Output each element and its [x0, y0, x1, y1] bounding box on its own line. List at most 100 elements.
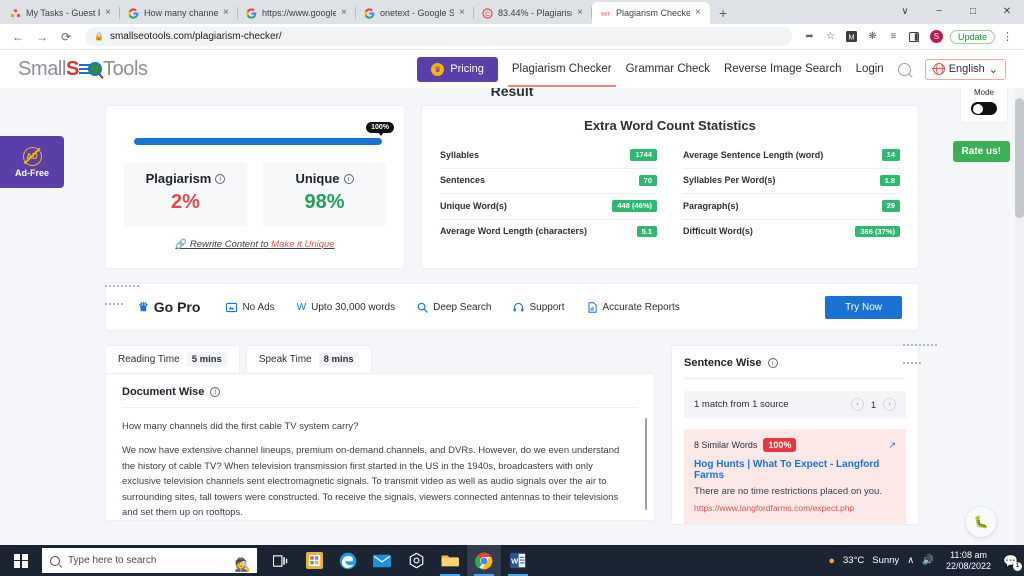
browser-tab-title: Plagiarism Checker - 100%	[616, 8, 690, 18]
external-link-icon[interactable]: ↗	[888, 440, 896, 451]
rate-us-button[interactable]: Rate us!	[953, 141, 1010, 162]
gopro-feature: Deep Search	[417, 302, 491, 313]
search-icon[interactable]	[898, 63, 911, 76]
task-view-icon[interactable]	[263, 545, 297, 576]
info-icon[interactable]: i	[210, 387, 220, 397]
stat-label: Difficult Word(s)	[683, 226, 753, 236]
edge-icon[interactable]	[331, 545, 365, 576]
tab-close-icon[interactable]: ×	[223, 8, 232, 18]
info-icon[interactable]: i	[768, 358, 778, 368]
tab-close-icon[interactable]: ×	[695, 8, 704, 18]
weather-condition[interactable]: Sunny	[872, 555, 899, 566]
reading-list-icon[interactable]: ≡	[885, 28, 902, 45]
page-scrollbar[interactable]	[1015, 50, 1024, 545]
volume-icon[interactable]: 🔊	[922, 555, 934, 566]
word-w-icon: W	[297, 302, 306, 313]
nav-grammar-check[interactable]: Grammar Check	[626, 63, 710, 75]
avatar[interactable]: S	[930, 30, 943, 43]
gopro-feature-label: Accurate Reports	[603, 302, 680, 313]
svg-text:W: W	[511, 556, 519, 565]
tab-close-icon[interactable]: ×	[577, 8, 586, 18]
current-page: 1	[871, 400, 876, 410]
system-tray: ● 33°C Sunny ∧ 🔊 11:08 am 22/08/2022 💬 1	[828, 550, 1024, 572]
weather-icon: ●	[828, 555, 835, 567]
forward-icon[interactable]: →	[32, 27, 52, 47]
light-mode-toggle[interactable]	[971, 102, 997, 115]
google-icon	[246, 8, 257, 19]
windows-taskbar: Type here to search 🕵 W ● 33°C Sunny ∧ 🔊…	[0, 545, 1024, 576]
site-nav: ♛ Pricing Plagiarism Checker Grammar Che…	[417, 57, 1006, 82]
info-icon[interactable]: i	[215, 174, 225, 184]
file-explorer-icon[interactable]	[433, 545, 467, 576]
stat-row: Average Sentence Length (word) 14	[683, 143, 900, 169]
start-button[interactable]	[0, 545, 42, 576]
smallseotools-logo[interactable]: SmallSTools	[18, 58, 148, 81]
chrome-icon[interactable]	[467, 545, 501, 576]
minimize-button[interactable]: −	[922, 0, 956, 24]
notifications-icon[interactable]: 💬 1	[1003, 554, 1018, 568]
try-now-button[interactable]: Try Now	[825, 296, 902, 319]
match-source-url[interactable]: https://www.langfordfarms.com/expect.php	[694, 503, 896, 513]
svg-text:C: C	[485, 10, 490, 17]
store-icon[interactable]	[297, 545, 331, 576]
logo-letter-s: S	[66, 58, 79, 81]
tab-close-icon[interactable]: ×	[459, 8, 468, 18]
browser-menu-icon[interactable]: ⋮	[999, 30, 1016, 43]
new-tab-button[interactable]: +	[710, 2, 736, 24]
nav-login[interactable]: Login	[856, 63, 884, 75]
browser-tab[interactable]: https://www.google.com/se ×	[238, 2, 356, 24]
extension-m-icon[interactable]: M	[843, 28, 860, 45]
browser-tab[interactable]: C 83.44% - Plagiarism software ×	[474, 2, 592, 24]
3d-viewer-icon[interactable]	[399, 545, 433, 576]
browser-tab-active[interactable]: SST Plagiarism Checker - 100% ×	[592, 2, 710, 24]
word-icon[interactable]: W	[501, 545, 535, 576]
browser-tab-title: 83.44% - Plagiarism software	[498, 8, 572, 18]
rewrite-content-link[interactable]: 🔗 Rewrite Content to Make it Unique	[124, 239, 386, 250]
close-window-button[interactable]: ✕	[990, 0, 1024, 24]
info-icon[interactable]: i	[344, 174, 354, 184]
sst-icon: SST	[600, 8, 611, 19]
unique-value: 98%	[267, 191, 382, 214]
document-scrollbar[interactable]	[645, 418, 647, 510]
tab-close-icon[interactable]: ×	[341, 8, 350, 18]
browser-tab[interactable]: How many channels did the ×	[120, 2, 238, 24]
side-panel-icon[interactable]	[906, 28, 923, 45]
weather-temp[interactable]: 33°C	[843, 555, 864, 566]
nav-reverse-image-search[interactable]: Reverse Image Search	[724, 63, 842, 75]
tray-chevron-icon[interactable]: ∧	[907, 555, 914, 566]
bug-icon[interactable]: 🐛	[966, 507, 996, 537]
back-icon[interactable]: ←	[8, 27, 28, 47]
page-scrollbar-thumb[interactable]	[1015, 98, 1024, 218]
match-percent-badge: 100%	[763, 438, 796, 452]
share-icon[interactable]: ➦	[801, 28, 818, 45]
nav-plagiarism-checker[interactable]: Plagiarism Checker	[512, 63, 612, 75]
make-it-unique-link[interactable]: Make it Unique	[271, 239, 334, 250]
bookmark-star-icon[interactable]: ☆	[822, 28, 839, 45]
next-match-button[interactable]: ›	[883, 398, 896, 411]
stat-label: Paragraph(s)	[683, 201, 739, 211]
tab-close-icon[interactable]: ×	[105, 8, 114, 18]
pricing-button[interactable]: ♛ Pricing	[417, 57, 498, 82]
language-selector[interactable]: English ⌄	[925, 59, 1006, 80]
stat-row: Syllables 1744	[440, 143, 657, 169]
tab-search-chevron-icon[interactable]: ∨	[888, 0, 922, 24]
match-source-title[interactable]: Hog Hunts | What To Expect - Langford Fa…	[694, 459, 896, 481]
tab-speak-time[interactable]: Speak Time 8 mins	[246, 345, 372, 373]
ad-free-widget[interactable]: AD Ad-Free	[0, 136, 64, 188]
address-bar[interactable]: 🔒 smallseotools.com/plagiarism-checker/	[85, 27, 792, 46]
maximize-button[interactable]: □	[956, 0, 990, 24]
reload-icon[interactable]: ⟳	[56, 27, 76, 47]
browser-tab[interactable]: onetext - Google Search ×	[356, 2, 474, 24]
search-icon	[417, 302, 428, 313]
clock[interactable]: 11:08 am 22/08/2022	[942, 550, 995, 572]
update-button[interactable]: Update	[950, 30, 995, 44]
browser-tab[interactable]: My Tasks - Guest Post 139 - ×	[2, 2, 120, 24]
tab-reading-time[interactable]: Reading Time 5 mins	[105, 345, 240, 373]
match-pager: ‹ 1 ›	[851, 398, 896, 411]
window-controls: ∨ − □ ✕	[888, 0, 1024, 24]
stat-value: 5.1	[637, 226, 657, 238]
mail-icon[interactable]	[365, 545, 399, 576]
prev-match-button[interactable]: ‹	[851, 398, 864, 411]
search-input[interactable]: Type here to search 🕵	[42, 548, 257, 573]
extensions-puzzle-icon[interactable]: ❋	[864, 28, 881, 45]
